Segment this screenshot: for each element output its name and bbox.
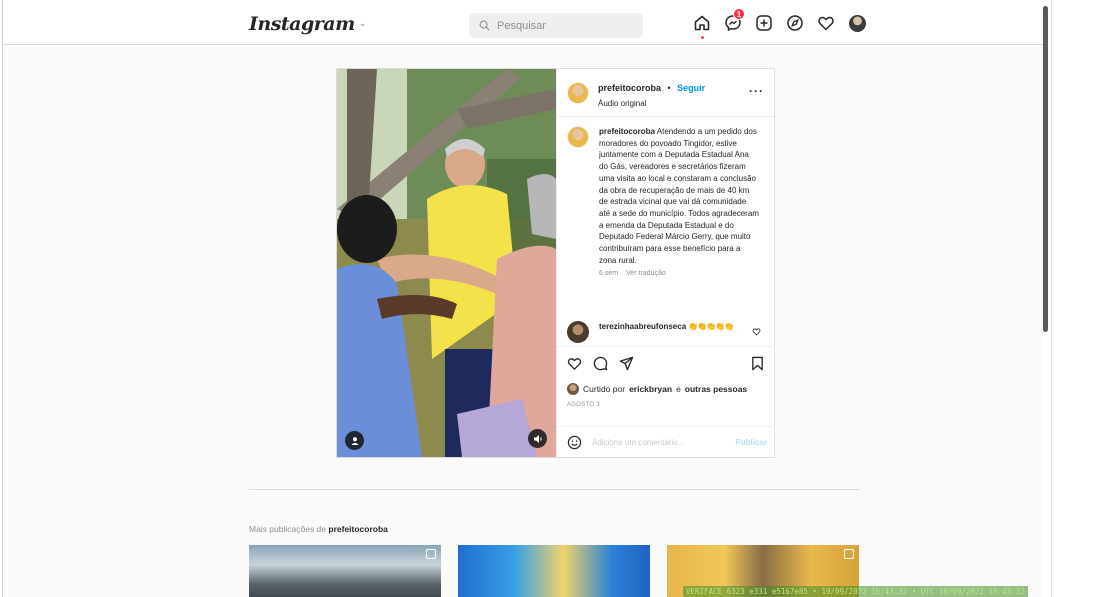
new-post-icon [756, 15, 772, 31]
post-author: prefeitocoroba • Seguir Áudio original [598, 78, 705, 108]
likes-summary: Curtido por erickbryan e outras pessoas [567, 383, 747, 395]
avatar[interactable] [567, 81, 589, 104]
comment-icon[interactable] [593, 356, 608, 371]
post-thumbnail[interactable] [458, 545, 650, 597]
separator: • [667, 82, 671, 93]
audio-label[interactable]: Áudio original [598, 99, 705, 108]
caption-username[interactable]: prefeitocoroba [599, 127, 655, 136]
more-posts-username[interactable]: prefeitocoroba [328, 524, 388, 534]
post-photo[interactable] [337, 69, 556, 457]
reel-icon [426, 549, 436, 559]
top-navigation: Instagram ⌄ 1 [3, 0, 1043, 45]
caption-text: prefeitocoroba Atendendo a um pedido dos… [599, 126, 759, 266]
comment-text: terezinhaabreufonseca 👏👏👏👏👏 [599, 321, 749, 333]
avatar [848, 14, 866, 32]
comment-body: 👏👏👏👏👏 [688, 322, 734, 331]
verification-watermark: VERIFACE 6323 e331 e5167e85 • 19/09/2022… [683, 586, 1028, 597]
like-icon[interactable] [567, 356, 582, 371]
mute-button[interactable] [528, 429, 547, 448]
post-date[interactable]: AGOSTO 3 [567, 402, 600, 408]
home-button[interactable] [693, 14, 711, 39]
notification-badge: 1 [733, 8, 745, 20]
comment-like-icon[interactable] [752, 327, 761, 336]
post-header: prefeitocoroba • Seguir Áudio original ·… [557, 69, 774, 117]
activity-button[interactable] [817, 14, 835, 32]
activity-heart-icon [818, 16, 834, 31]
scrollbar-thumb[interactable] [1043, 6, 1048, 332]
avatar[interactable] [567, 383, 579, 395]
explore-icon [787, 15, 803, 31]
reel-icon [844, 549, 854, 559]
more-posts-prefix: Mais publicações de [249, 524, 327, 534]
avatar[interactable] [567, 321, 589, 343]
logo-text: Instagram [249, 13, 355, 35]
liked-others[interactable]: outras pessoas [685, 384, 747, 394]
instagram-logo[interactable]: Instagram ⌄ [249, 13, 366, 35]
user-tag-icon [351, 436, 358, 445]
post-sidebar: prefeitocoroba • Seguir Áudio original ·… [556, 69, 775, 457]
chevron-down-icon[interactable]: ⌄ [359, 19, 367, 29]
new-post-button[interactable] [755, 14, 773, 32]
avatar[interactable] [567, 126, 589, 148]
search-box[interactable] [469, 13, 643, 38]
post-thumbnail[interactable] [249, 545, 441, 597]
search-input[interactable] [497, 19, 627, 32]
comment-input[interactable] [592, 437, 712, 447]
active-indicator [701, 36, 704, 39]
timestamp[interactable]: 6 sem [599, 270, 618, 277]
browser-viewport: Instagram ⌄ 1 [3, 0, 1043, 597]
nav-icons: 1 [693, 8, 866, 39]
author-username[interactable]: prefeitocoroba [598, 83, 661, 93]
share-icon[interactable] [619, 356, 634, 371]
action-icons [567, 356, 634, 371]
translate-link[interactable]: Ver tradução [626, 270, 666, 277]
section-divider [249, 489, 860, 490]
emoji-icon[interactable] [567, 435, 582, 450]
home-icon [694, 15, 710, 31]
window-margin [1051, 0, 1096, 597]
messages-button[interactable]: 1 [724, 8, 745, 32]
explore-button[interactable] [786, 14, 804, 32]
more-options-button[interactable]: ··· [749, 85, 764, 97]
caption-meta: 6 sem Ver tradução [599, 270, 759, 277]
follow-button[interactable]: Seguir [677, 83, 705, 93]
save-icon[interactable] [750, 356, 765, 371]
post-card: prefeitocoroba • Seguir Áudio original ·… [336, 68, 775, 458]
post-image [337, 69, 556, 457]
liked-prefix: Curtido por [583, 384, 626, 394]
add-comment-bar: Publicar [557, 426, 775, 457]
tagged-users-button[interactable] [345, 431, 364, 450]
liked-user[interactable]: erickbryan [629, 384, 672, 394]
more-posts-heading: Mais publicações de prefeitocoroba [249, 524, 388, 534]
caption-body: Atendendo a um pedido dos moradores do p… [599, 127, 759, 265]
comment-item: terezinhaabreufonseca 👏👏👏👏👏 [567, 321, 767, 343]
comment-username[interactable]: terezinhaabreufonseca [599, 322, 686, 331]
post-actions: Curtido por erickbryan e outras pessoas … [557, 346, 775, 436]
mute-icon [533, 434, 542, 443]
liked-and: e [676, 384, 681, 394]
publish-button[interactable]: Publicar [735, 438, 767, 447]
profile-button[interactable] [848, 14, 866, 32]
search-icon [479, 20, 490, 31]
post-caption: prefeitocoroba Atendendo a um pedido dos… [567, 126, 767, 277]
